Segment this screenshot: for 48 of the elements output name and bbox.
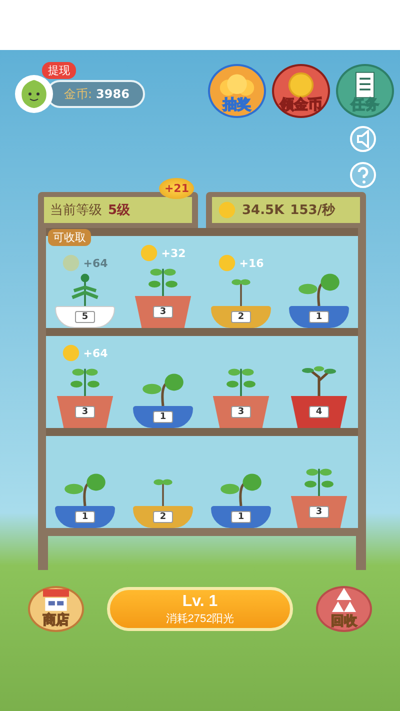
coins-value: 3986 — [96, 87, 130, 101]
plant-level: 1 — [308, 311, 330, 323]
plant-bowl[interactable]: 1 — [211, 506, 271, 528]
sunlight-reward: +64 — [83, 256, 108, 270]
plant-level: 1 — [152, 411, 174, 423]
level-value: 5级 — [108, 202, 130, 219]
leaf-avatar-icon[interactable] — [14, 74, 54, 114]
plant-level: 5 — [74, 311, 96, 323]
sun-icon — [218, 201, 236, 219]
plant-bowl[interactable]: 5 — [55, 306, 115, 328]
plant-level: 3 — [230, 406, 252, 418]
shop-button[interactable]: 商店 — [28, 586, 84, 632]
plant-bowl[interactable]: 1 — [133, 406, 193, 428]
sunlight-total: 34.5K — [242, 202, 284, 218]
sprout-icon — [296, 272, 342, 306]
plant-bowl[interactable]: 1 — [55, 506, 115, 528]
coins-label: 金币: — [64, 86, 92, 102]
flower-pot[interactable]: 3 — [135, 296, 191, 328]
withdraw-badge[interactable]: 提现 — [42, 62, 76, 79]
sunlight-reward: +32 — [161, 246, 186, 260]
flower-pot[interactable]: 3 — [57, 396, 113, 428]
sunlight-rate: 153/秒 — [290, 202, 336, 219]
question-mark-icon — [357, 166, 369, 184]
plant-level: 4 — [308, 406, 330, 418]
sound-button[interactable] — [350, 126, 376, 152]
plant-bowl[interactable]: 2 — [133, 506, 193, 528]
recycle-icon — [332, 588, 356, 612]
flower-pot[interactable]: 3 — [291, 496, 347, 528]
sprout-icon — [62, 472, 108, 506]
plant-bowl[interactable]: 1 — [289, 306, 349, 328]
plant-bowl[interactable]: 2 — [211, 306, 271, 328]
help-button[interactable] — [350, 162, 376, 188]
sprout-icon — [140, 372, 186, 406]
plant-level: 2 — [230, 311, 252, 323]
sprout-icon — [218, 472, 264, 506]
plant-level: 1 — [230, 511, 252, 523]
storefront-icon — [43, 589, 69, 611]
plant-level: 3 — [308, 506, 330, 518]
speaker-icon — [357, 130, 369, 148]
sunlight-reward: +64 — [83, 346, 108, 360]
flower-pot[interactable]: 3 — [213, 396, 269, 428]
plant-level: 3 — [74, 406, 96, 418]
plant-level: 3 — [152, 306, 174, 318]
flower-pot[interactable]: 4 — [291, 396, 347, 428]
plant-level: 2 — [152, 511, 174, 523]
level-label: 当前等级 — [50, 202, 102, 219]
sunlight-reward: +16 — [239, 256, 264, 270]
plant-level: 1 — [74, 511, 96, 523]
